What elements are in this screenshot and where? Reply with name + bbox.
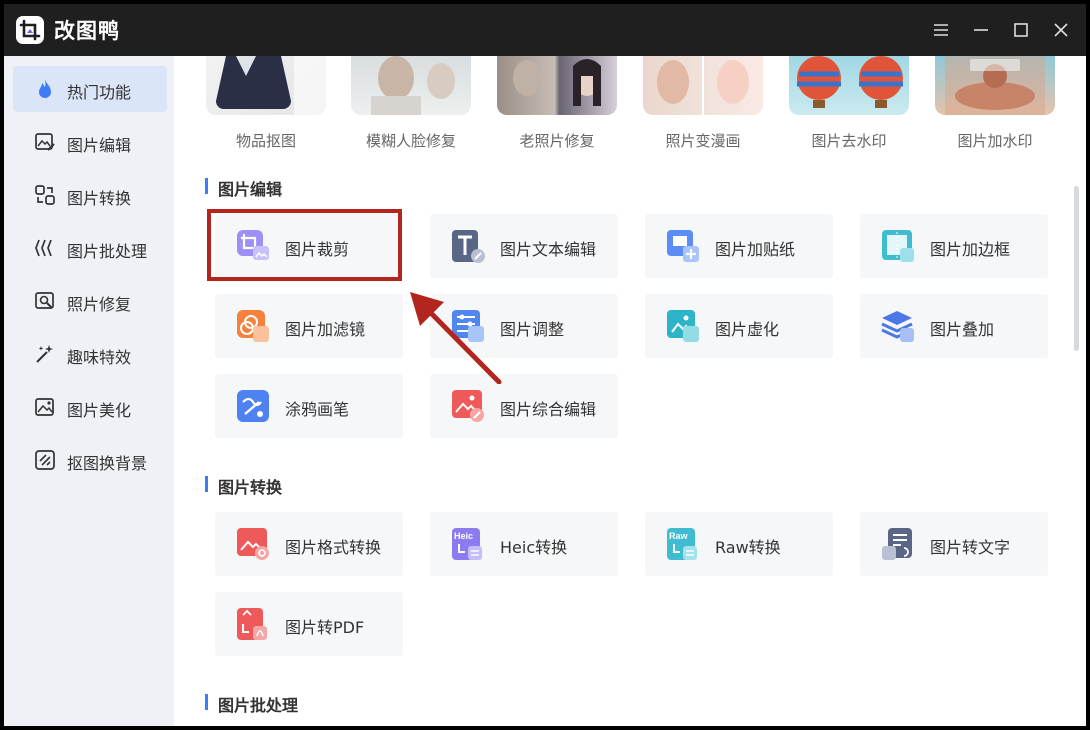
cutout-icon [33, 448, 57, 472]
tool-layers-button[interactable]: 图片叠加 [860, 294, 1048, 358]
vertical-scrollbar[interactable] [1074, 186, 1079, 351]
tool-label: 图片综合编辑 [500, 400, 597, 419]
hot-item-label: 照片变漫画 [665, 132, 741, 150]
batch-icon [33, 236, 57, 260]
sidebar-item-batch[interactable]: 图片批处理 [13, 225, 167, 271]
tool-crop-button[interactable]: 图片裁剪 [215, 214, 403, 278]
sidebar-item-image-edit[interactable]: 图片编辑 [13, 119, 167, 165]
tool-label: 涂鸦画笔 [285, 400, 350, 419]
close-icon[interactable] [1047, 16, 1075, 44]
heic-icon: Heic [450, 526, 486, 562]
sidebar-item-effects[interactable]: 趣味特效 [13, 331, 167, 377]
crop-icon [235, 228, 271, 264]
frame-icon [880, 228, 916, 264]
sparkle-icon [33, 342, 57, 366]
sidebar-item-label: 图片编辑 [67, 136, 132, 155]
app-window: 改图鸭 热门功能 图片编辑 图片转换 图片批处理 照片修复 趣味特效 图片美化 … [4, 4, 1086, 726]
sidebar-item-convert[interactable]: 图片转换 [13, 172, 167, 218]
tool-label: 图片加贴纸 [715, 240, 796, 259]
flame-icon [33, 77, 57, 101]
sticker-icon [665, 228, 701, 264]
sidebar-item-photo-repair[interactable]: 照片修复 [13, 278, 167, 324]
adjust-icon [450, 308, 486, 344]
sidebar-item-label: 照片修复 [67, 295, 132, 314]
sidebar-item-beautify[interactable]: 图片美化 [13, 384, 167, 430]
text-edit-icon [450, 228, 486, 264]
tool-label: 图片加滤镜 [285, 320, 366, 339]
tool-blur-button[interactable]: 图片虚化 [645, 294, 833, 358]
hot-item-label: 模糊人脸修复 [365, 132, 456, 150]
tool-heic-convert-button[interactable]: Heic Heic转换 [430, 512, 618, 576]
tool-label: 图片虚化 [715, 320, 780, 339]
photo-repair-icon [33, 289, 57, 313]
sidebar-item-label: 热门功能 [67, 83, 132, 102]
tool-filter-button[interactable]: 图片加滤镜 [215, 294, 403, 358]
tool-adjust-button[interactable]: 图片调整 [430, 294, 618, 358]
format-convert-icon [235, 526, 271, 562]
sidebar: 热门功能 图片编辑 图片转换 图片批处理 照片修复 趣味特效 图片美化 抠图换背… [4, 56, 174, 726]
sidebar-item-label: 图片美化 [67, 401, 132, 420]
title-bar: 改图鸭 [4, 4, 1086, 56]
tool-ocr-button[interactable]: 图片转文字 [860, 512, 1048, 576]
image-combo-icon [450, 388, 486, 424]
tool-sticker-button[interactable]: 图片加贴纸 [645, 214, 833, 278]
sidebar-item-label: 图片转换 [67, 189, 132, 208]
tool-format-convert-button[interactable]: 图片格式转换 [215, 512, 403, 576]
image-edit-icon [33, 130, 57, 154]
tool-label: 图片转PDF [285, 618, 365, 637]
hot-item-add-watermark-image[interactable] [935, 56, 1055, 115]
section-title-convert: 图片转换 [205, 474, 282, 498]
sidebar-item-label: 抠图换背景 [67, 454, 148, 473]
tool-label: 图片加边框 [930, 240, 1011, 259]
tool-label: Raw转换 [715, 538, 781, 557]
tool-image-combo-button[interactable]: 图片综合编辑 [430, 374, 618, 438]
main-content: 物品抠图 模糊人脸修复 老照片修复 照片变漫画 图片去水印 图片加水印 图片编辑… [174, 56, 1086, 726]
sidebar-item-hot[interactable]: 热门功能 [13, 66, 167, 112]
tool-label: 图片文本编辑 [500, 240, 597, 259]
hot-item-old-photo-image[interactable] [497, 56, 617, 115]
tool-to-pdf-button[interactable]: 图片转PDF [215, 592, 403, 656]
minimize-icon[interactable] [967, 16, 995, 44]
sidebar-item-label: 趣味特效 [67, 348, 132, 367]
ocr-icon [880, 526, 916, 562]
section-title-batch: 图片批处理 [205, 692, 298, 716]
tool-label: 图片裁剪 [285, 240, 350, 259]
hot-item-label: 图片加水印 [957, 132, 1033, 150]
menu-icon[interactable] [927, 16, 955, 44]
app-title: 改图鸭 [54, 19, 120, 43]
hot-item-object-cutout-image[interactable] [206, 56, 326, 115]
filter-icon [235, 308, 271, 344]
heic-badge: Heic [454, 531, 473, 541]
tool-label: 图片叠加 [930, 320, 995, 339]
pdf-icon [235, 606, 271, 642]
hot-item-face-restore-image[interactable] [351, 56, 471, 115]
tool-text-edit-button[interactable]: 图片文本编辑 [430, 214, 618, 278]
tool-raw-convert-button[interactable]: Raw Raw转换 [645, 512, 833, 576]
blur-icon [665, 308, 701, 344]
hot-item-label: 图片去水印 [811, 132, 887, 150]
convert-icon [33, 183, 57, 207]
raw-badge: Raw [669, 531, 689, 541]
hot-item-label: 物品抠图 [235, 132, 296, 150]
raw-icon: Raw [665, 526, 701, 562]
hot-item-remove-watermark-image[interactable] [789, 56, 909, 115]
tool-label: 图片格式转换 [285, 538, 382, 557]
section-title-edit: 图片编辑 [205, 176, 282, 200]
hot-item-label: 老照片修复 [519, 132, 595, 150]
tool-label: 图片转文字 [930, 538, 1011, 557]
layers-icon [880, 308, 916, 344]
tool-label: 图片调整 [500, 320, 565, 339]
maximize-icon[interactable] [1007, 16, 1035, 44]
beautify-icon [33, 395, 57, 419]
app-logo-icon [16, 16, 44, 44]
tool-frame-button[interactable]: 图片加边框 [860, 214, 1048, 278]
tool-brush-button[interactable]: 涂鸦画笔 [215, 374, 403, 438]
sidebar-item-cutout[interactable]: 抠图换背景 [13, 437, 167, 483]
brush-icon [235, 388, 271, 424]
sidebar-item-label: 图片批处理 [67, 242, 148, 261]
hot-item-photo-to-cartoon-image[interactable] [643, 56, 763, 115]
tool-label: Heic转换 [500, 538, 568, 557]
